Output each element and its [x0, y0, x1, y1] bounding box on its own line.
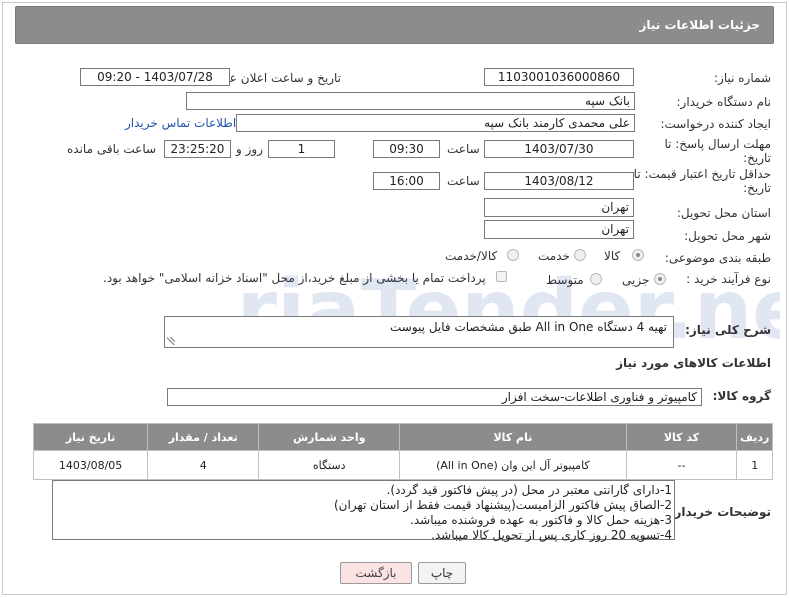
validity-label-date: تاریخ: [743, 181, 771, 195]
buyer-notes-textarea[interactable]: 1-دارای گارانتی معتبر در محل (در پیش فاک… [52, 480, 675, 542]
need-number-field: 1103001036000860 [484, 68, 634, 86]
remaining-label: ساعت باقی مانده [67, 142, 157, 156]
announce-field: 1403/07/28 - 09:20 [80, 68, 230, 86]
category-radio-goods[interactable] [632, 249, 644, 261]
validity-date-field: 1403/08/12 [484, 172, 634, 190]
col-name: نام کالا [399, 423, 627, 451]
col-row: ردیف [736, 423, 773, 451]
deadline-label-date: تاریخ: [743, 151, 771, 165]
purchase-radio-medium[interactable] [590, 273, 602, 285]
buyer-org-field: بانک سپه [186, 92, 635, 110]
category-option-goods: کالا [604, 249, 621, 263]
purchase-radio-minor[interactable] [654, 273, 666, 285]
print-button[interactable]: چاپ [418, 562, 466, 584]
category-label: طبقه بندی موضوعی: [664, 251, 771, 265]
purchase-option-minor: جزیی [622, 273, 650, 287]
treasury-payment-note: پرداخت تمام یا بخشی از مبلغ خرید،از محل … [103, 271, 486, 285]
page-header: جزئیات اطلاعات نیاز [15, 6, 774, 44]
buyer-notes-label: توضیحات خریدار: [669, 505, 771, 519]
description-label: شرح کلی نیاز: [685, 323, 771, 337]
goods-table: ردیف کد کالا نام کالا واحد شمارش تعداد /… [32, 423, 773, 480]
city-field: تهران [484, 220, 634, 239]
cell-name: کامپیوتر آل این وان (All in One) [399, 450, 627, 480]
goods-group-label: گروه کالا: [712, 389, 771, 403]
table-header-row: ردیف کد کالا نام کالا واحد شمارش تعداد /… [32, 423, 773, 451]
cell-qty: 4 [147, 450, 260, 480]
days-field: 1 [268, 140, 335, 158]
col-date: تاریخ نیاز [32, 423, 149, 451]
resize-grip-icon[interactable] [167, 337, 175, 345]
description-textarea[interactable]: تهیه 4 دستگاه All in One طبق مشخصات فایل… [164, 316, 674, 348]
category-radio-goods-service[interactable] [507, 249, 519, 261]
buyer-note-line-4: 4-تسویه 20 روز کاری پس از تحویل کالا میب… [431, 528, 672, 542]
buyer-note-line-1: 1-دارای گارانتی معتبر در محل (در پیش فاک… [386, 483, 672, 497]
col-code: کد کالا [625, 423, 738, 451]
creator-label: ایجاد کننده درخواست: [660, 117, 771, 131]
deadline-time-label: ساعت [447, 142, 480, 156]
goods-info-title: اطلاعات کالاهای مورد نیاز [616, 356, 771, 370]
deadline-date-field: 1403/07/30 [484, 140, 634, 158]
cell-row: 1 [736, 450, 773, 480]
description-text: تهیه 4 دستگاه All in One طبق مشخصات فایل… [390, 320, 667, 334]
deadline-time-field: 09:30 [373, 140, 440, 158]
deadline-label: مهلت ارسال پاسخ: تا [664, 137, 771, 151]
validity-time-label: ساعت [447, 174, 480, 188]
category-option-goods-service: کالا/خدمت [445, 249, 498, 263]
page-title: جزئیات اطلاعات نیاز [639, 18, 760, 32]
validity-label: حداقل تاریخ اعتبار قیمت: تا [633, 167, 771, 181]
cell-unit: دستگاه [258, 450, 401, 480]
back-button[interactable]: بازگشت [340, 562, 412, 584]
cell-date: 1403/08/05 [32, 450, 149, 480]
buyer-note-line-2: 2-الصاق پیش فاکتور الزامیست(پیشنهاد قیمت… [333, 498, 672, 512]
goods-group-field: کامپیوتر و فناوری اطلاعات-سخت افزار [167, 388, 702, 406]
col-qty: تعداد / مقدار [147, 423, 260, 451]
col-unit: واحد شمارش [258, 423, 401, 451]
category-radio-service[interactable] [574, 249, 586, 261]
purchase-type-label: نوع فرآیند خرید : [686, 272, 771, 286]
contact-info-link[interactable]: اطلاعات تماس خریدار [125, 116, 236, 130]
purchase-option-medium: متوسط [546, 273, 584, 287]
table-row[interactable]: 1 -- کامپیوتر آل این وان (All in One) دس… [32, 450, 773, 480]
days-label: روز و [236, 142, 263, 156]
province-label: استان محل تحویل: [676, 206, 771, 220]
creator-field: علی محمدی کارمند بانک سپه [236, 114, 635, 132]
treasury-payment-checkbox[interactable] [496, 271, 507, 282]
buyer-org-label: نام دستگاه خریدار: [676, 95, 772, 109]
cell-code: -- [625, 450, 738, 480]
province-field: تهران [484, 198, 634, 217]
validity-time-field: 16:00 [373, 172, 440, 190]
buyer-note-line-3: 3-هزینه حمل کالا و فاکتور به عهده فروشند… [410, 513, 672, 527]
remaining-time-field: 23:25:20 [164, 140, 231, 158]
category-option-service: خدمت [538, 249, 570, 263]
city-label: شهر محل تحویل: [684, 229, 771, 243]
need-number-label: شماره نیاز: [714, 71, 771, 85]
